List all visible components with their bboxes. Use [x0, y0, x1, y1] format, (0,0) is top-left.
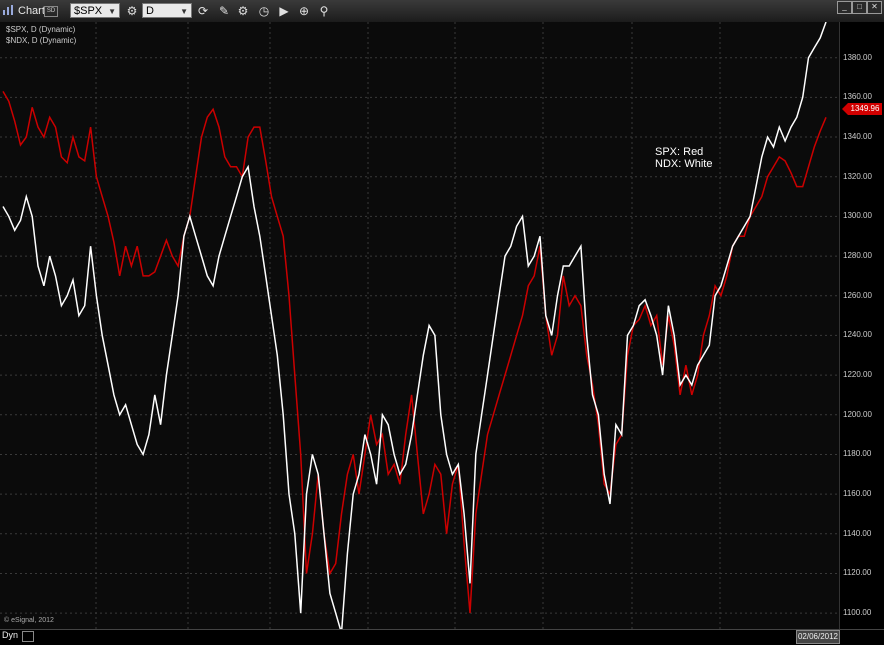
- window-title: Chart: [18, 5, 45, 17]
- y-tick-label: 1380.00: [843, 52, 872, 62]
- cursor-icon[interactable]: ◷: [256, 3, 272, 19]
- interval-input[interactable]: D ▼: [142, 3, 192, 18]
- legend-ndx: $NDX, D (Dynamic): [6, 36, 77, 45]
- y-tick-label: 1200.00: [843, 409, 872, 419]
- play-icon[interactable]: ▶: [276, 3, 292, 19]
- y-tick-label: 1300.00: [843, 211, 872, 221]
- interval-value: D: [146, 5, 154, 17]
- symbol-options-icon[interactable]: ⚙: [124, 3, 140, 19]
- dyn-toggle-icon[interactable]: [22, 631, 34, 642]
- legend-spx: $SPX, D (Dynamic): [6, 25, 76, 34]
- maximize-button[interactable]: □: [852, 1, 867, 14]
- window-badge: SD: [44, 6, 58, 17]
- y-tick-label: 1340.00: [843, 132, 872, 142]
- properties-icon[interactable]: ⚙: [235, 3, 251, 19]
- symbol-value: $SPX: [74, 5, 103, 17]
- y-tick-label: 1120.00: [843, 568, 872, 578]
- link-icon[interactable]: ⚲: [316, 3, 332, 19]
- copyright-text: © eSignal, 2012: [4, 617, 54, 624]
- dyn-mode-button[interactable]: Dyn: [2, 630, 18, 640]
- y-tick-label: 1320.00: [843, 171, 872, 181]
- series-line-ndx: [2, 22, 827, 629]
- last-price-tag: 1349.96: [842, 103, 882, 115]
- toolbar: Chart SD $SPX ▼ ⚙ D ▼ ⟳ ✎ ⚙ ◷ ▶ ⊕ ⚲ _ □ …: [0, 0, 884, 23]
- symbol-input[interactable]: $SPX ▼: [70, 3, 120, 18]
- y-tick-label: 1100.00: [843, 608, 872, 618]
- refresh-icon[interactable]: ⟳: [195, 3, 211, 19]
- chevron-down-icon: ▼: [108, 7, 116, 16]
- annotation-ndx: NDX: White: [655, 158, 713, 170]
- y-tick-label: 1180.00: [843, 449, 872, 459]
- minimize-button[interactable]: _: [837, 1, 852, 14]
- annotation-spx: SPX: Red: [655, 146, 704, 158]
- add-icon[interactable]: ⊕: [296, 3, 312, 19]
- price-chart: [0, 22, 839, 629]
- draw-pencil-icon[interactable]: ✎: [216, 3, 232, 19]
- close-button[interactable]: ✕: [867, 1, 882, 14]
- y-tick-label: 1260.00: [843, 290, 872, 300]
- time-axis[interactable]: [0, 629, 884, 645]
- y-tick-label: 1280.00: [843, 251, 872, 261]
- chevron-down-icon: ▼: [180, 7, 188, 16]
- y-tick-label: 1160.00: [843, 489, 872, 499]
- current-date-box: 02/06/2012: [796, 630, 840, 644]
- chart-window-icon: [3, 5, 13, 15]
- y-tick-label: 1220.00: [843, 370, 872, 380]
- y-tick-label: 1140.00: [843, 528, 872, 538]
- y-tick-label: 1360.00: [843, 92, 872, 102]
- y-tick-label: 1240.00: [843, 330, 872, 340]
